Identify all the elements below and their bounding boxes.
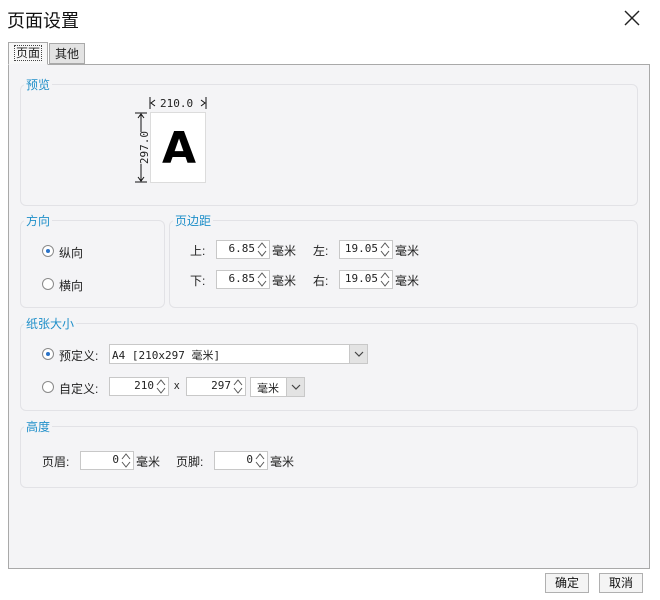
- tab-page-label: 页面: [13, 45, 43, 61]
- margin-bottom-unit: 毫米: [272, 274, 297, 288]
- preset-paper-select[interactable]: A4 [210x297 毫米]: [109, 344, 368, 364]
- margin-right-label: 右:: [313, 274, 329, 288]
- footer-height-value: 0: [246, 453, 253, 466]
- footer-label: 页脚:: [176, 455, 204, 469]
- close-button[interactable]: [617, 4, 647, 32]
- custom-size-separator: x: [174, 380, 180, 392]
- tab-other-label: 其他: [54, 47, 79, 61]
- margin-top-value: 6.85: [228, 242, 256, 255]
- dropdown-button[interactable]: [349, 345, 367, 363]
- preset-paper-value: A4 [210x297 毫米]: [112, 349, 221, 362]
- landscape-radio[interactable]: [42, 278, 54, 290]
- paper-size-group: [20, 323, 638, 411]
- spinner-arrows-icon[interactable]: [379, 271, 391, 288]
- preview-title: 预览: [24, 76, 53, 93]
- preset-radio[interactable]: [42, 348, 54, 360]
- custom-label: 自定义:: [59, 382, 99, 396]
- chevron-down-icon: [354, 351, 364, 357]
- margin-right-input[interactable]: 19.05: [339, 270, 393, 289]
- margin-right-value: 19.05: [344, 272, 378, 285]
- margin-left-input[interactable]: 19.05: [339, 240, 393, 259]
- margin-top-input[interactable]: 6.85: [216, 240, 270, 259]
- margin-top-unit: 毫米: [272, 244, 297, 258]
- dropdown-button[interactable]: [286, 378, 304, 396]
- custom-unit-value: 毫米: [257, 382, 279, 395]
- tab-page[interactable]: 页面: [8, 42, 48, 65]
- margin-bottom-label: 下:: [190, 274, 206, 288]
- orientation-title: 方向: [24, 212, 53, 229]
- spinner-arrows-icon[interactable]: [232, 378, 244, 395]
- margin-top-label: 上:: [190, 244, 206, 258]
- orientation-group: [20, 220, 165, 308]
- preview-group: [20, 84, 638, 206]
- ok-button[interactable]: 确定: [545, 573, 589, 593]
- spinner-arrows-icon[interactable]: [256, 241, 268, 258]
- close-icon: [624, 10, 640, 26]
- footer-height-input[interactable]: 0: [214, 451, 268, 470]
- preset-label: 预定义:: [59, 349, 99, 363]
- spinner-arrows-icon[interactable]: [155, 378, 167, 395]
- custom-radio[interactable]: [42, 381, 54, 393]
- title-bar: 页面设置: [0, 0, 660, 36]
- preview-width-label: 210.0: [160, 97, 194, 110]
- footer-unit: 毫米: [270, 455, 295, 469]
- cancel-button[interactable]: 取消: [599, 573, 643, 593]
- tab-other[interactable]: 其他: [49, 43, 85, 64]
- margin-left-label: 左:: [313, 244, 329, 258]
- header-unit: 毫米: [136, 455, 161, 469]
- custom-width-value: 210: [134, 379, 154, 392]
- window-title: 页面设置: [7, 11, 79, 31]
- chevron-down-icon: [291, 384, 301, 390]
- preview-page: A: [150, 112, 206, 183]
- preview-letter: A: [161, 123, 197, 174]
- custom-height-input[interactable]: 297: [186, 377, 246, 396]
- margins-group: [169, 220, 638, 308]
- custom-width-input[interactable]: 210: [109, 377, 169, 396]
- spinner-arrows-icon[interactable]: [120, 452, 132, 469]
- landscape-label: 横向: [59, 279, 84, 293]
- header-label: 页眉:: [42, 455, 70, 469]
- spinner-arrows-icon[interactable]: [256, 271, 268, 288]
- margin-left-unit: 毫米: [395, 244, 420, 258]
- portrait-label: 纵向: [59, 246, 84, 260]
- header-height-value: 0: [112, 453, 119, 466]
- margin-bottom-value: 6.85: [228, 272, 256, 285]
- paper-size-title: 纸张大小: [24, 315, 77, 332]
- margin-bottom-input[interactable]: 6.85: [216, 270, 270, 289]
- custom-unit-select[interactable]: 毫米: [250, 377, 305, 397]
- spinner-arrows-icon[interactable]: [254, 452, 266, 469]
- portrait-radio[interactable]: [42, 245, 54, 257]
- custom-height-value: 297: [211, 379, 231, 392]
- height-title: 高度: [24, 418, 53, 435]
- margins-title: 页边距: [173, 212, 214, 229]
- margin-right-unit: 毫米: [395, 274, 420, 288]
- header-height-input[interactable]: 0: [80, 451, 134, 470]
- spinner-arrows-icon[interactable]: [379, 241, 391, 258]
- margin-left-value: 19.05: [344, 242, 378, 255]
